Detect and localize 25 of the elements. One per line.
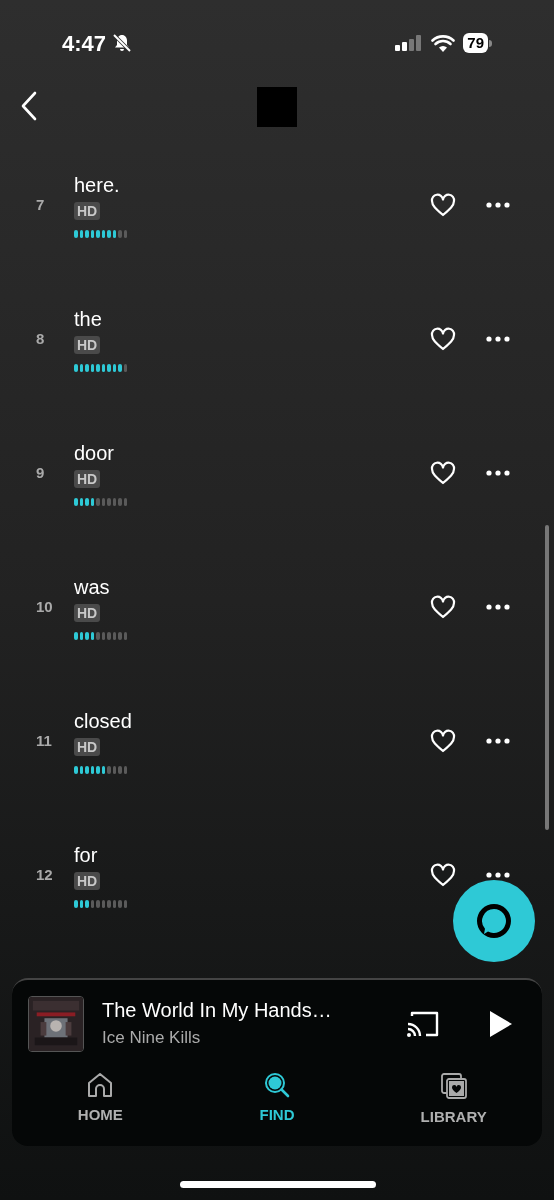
track-title: the: [74, 307, 103, 332]
artist-name: Ice Nine Kills: [102, 1027, 202, 1050]
hd-badge: HD: [74, 738, 101, 756]
track-title: door: [74, 441, 116, 466]
track-title: closed: [74, 709, 132, 734]
hd-badge: HD: [74, 202, 101, 220]
hd-badge: HD: [74, 872, 101, 890]
hd-badge: HD: [74, 470, 101, 488]
nav-tab[interactable]: HOME: [12, 1072, 189, 1129]
nav-tab[interactable]: FIND: [188, 1072, 366, 1129]
track-number: 11: [36, 730, 53, 751]
track-title: for: [74, 843, 99, 868]
nav-tab[interactable]: LIBRARY: [365, 1072, 542, 1129]
track-number: 12: [36, 864, 54, 885]
hd-badge: HD: [74, 336, 101, 354]
track-number: 9: [36, 462, 46, 483]
track-number: 7: [36, 194, 46, 215]
battery-level: 79: [463, 33, 488, 53]
track-title: The World In My Hands…: [102, 998, 333, 1024]
track-number: 10: [36, 596, 54, 617]
track-title: here.: [74, 173, 121, 198]
hd-badge: HD: [74, 604, 101, 622]
track-number: 8: [36, 328, 46, 349]
track-title: was: [74, 575, 111, 600]
status-time: 4:47: [62, 29, 107, 58]
